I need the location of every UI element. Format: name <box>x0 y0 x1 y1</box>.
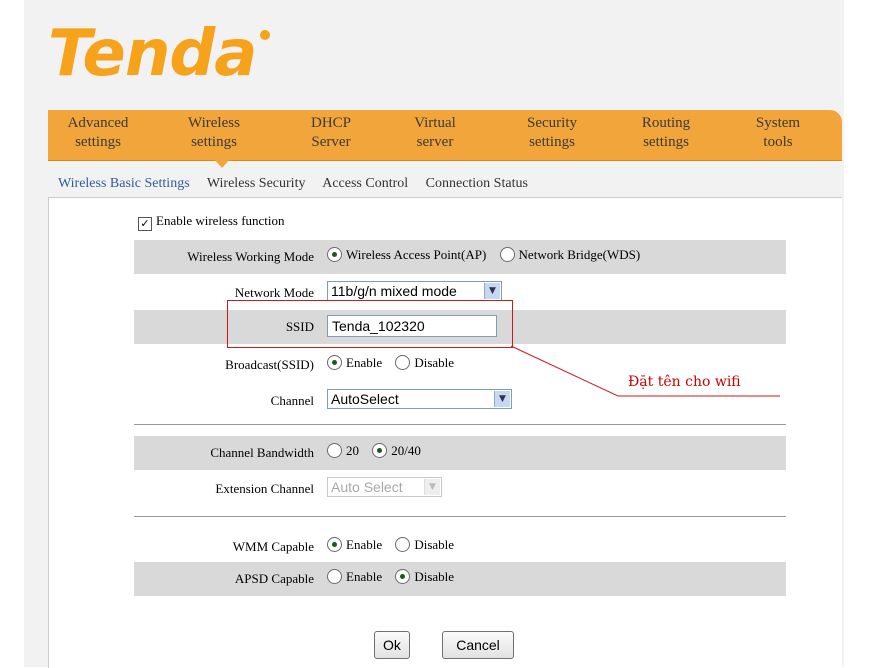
subnav-connection-status[interactable]: Connection Status <box>426 176 528 191</box>
annotation-text: Đặt tên cho wifi <box>628 374 741 390</box>
radio-wmm-disable-label: Disable <box>414 537 455 552</box>
channel-label: Channel <box>270 393 314 408</box>
radio-bandwidth-20[interactable] <box>327 443 342 458</box>
bandwidth-control: 20 20/40 <box>327 443 421 459</box>
apsd-label: APSD Capable <box>234 571 314 586</box>
nav-system-tools[interactable]: System tools <box>743 114 813 152</box>
working-mode-row: Wireless Working Mode Wireless Access Po… <box>134 240 786 274</box>
extension-channel-value: Auto Select <box>331 479 403 495</box>
radio-apsd-enable[interactable] <box>327 569 342 584</box>
extension-channel-row: Extension Channel Auto Select ▼ <box>134 472 786 506</box>
broadcast-label: Broadcast(SSID) <box>225 357 314 372</box>
apsd-row: APSD Capable Enable Disable <box>134 562 786 596</box>
nav-virtual-server[interactable]: Virtual server <box>400 114 470 152</box>
tenda-logo: Tenda <box>48 22 271 86</box>
nav-dhcp-server[interactable]: DHCP Server <box>296 114 366 152</box>
radio-wds-mode-label: Network Bridge(WDS) <box>518 247 641 262</box>
network-mode-select[interactable]: 11b/g/n mixed mode ▼ <box>327 281 502 301</box>
radio-wmm-enable-label: Enable <box>346 537 383 552</box>
active-tab-pointer-icon <box>213 158 231 168</box>
extension-channel-label: Extension Channel <box>215 481 314 496</box>
ok-button[interactable]: Ok <box>374 631 410 659</box>
nav-label: System <box>755 115 801 131</box>
chevron-down-icon: ▼ <box>494 391 510 407</box>
channel-value: AutoSelect <box>331 391 399 407</box>
chevron-down-icon: ▼ <box>424 479 440 495</box>
nav-label: settings <box>529 134 575 150</box>
main-nav: Advanced settings Wireless settings DHCP… <box>48 110 842 161</box>
section-divider <box>134 424 786 426</box>
radio-apsd-disable[interactable] <box>395 569 411 584</box>
nav-label: Server <box>311 134 351 150</box>
working-mode-control: Wireless Access Point(AP) Network Bridge… <box>327 247 640 263</box>
enable-wireless-label: Enable wireless function <box>156 213 285 228</box>
radio-bandwidth-20-label: 20 <box>346 443 359 458</box>
subnav-wireless-security[interactable]: Wireless Security <box>207 176 306 191</box>
radio-broadcast-enable[interactable] <box>327 355 342 370</box>
nav-label: settings <box>75 134 121 150</box>
nav-label: Routing <box>641 115 691 131</box>
channel-control: AutoSelect ▼ <box>327 389 512 409</box>
wmm-row: WMM Capable Enable Disable <box>134 530 786 564</box>
network-mode-value: 11b/g/n mixed mode <box>331 283 457 299</box>
subnav-wireless-basic-settings[interactable]: Wireless Basic Settings <box>58 176 190 191</box>
nav-label: DHCP <box>310 115 351 131</box>
nav-wireless-settings[interactable]: Wireless settings <box>174 114 254 152</box>
apsd-control: Enable Disable <box>327 569 454 585</box>
radio-broadcast-enable-label: Enable <box>346 355 383 370</box>
radio-broadcast-disable-label: Disable <box>414 355 455 370</box>
bandwidth-row: Channel Bandwidth 20 20/40 <box>134 436 786 470</box>
annotation-highlight-box <box>227 300 513 348</box>
radio-bandwidth-20-40-label: 20/40 <box>391 443 421 458</box>
nav-label: settings <box>643 134 689 150</box>
nav-label: Wireless <box>188 115 240 131</box>
radio-wmm-disable[interactable] <box>395 537 411 552</box>
nav-routing-settings[interactable]: Routing settings <box>626 114 706 152</box>
working-mode-label: Wireless Working Mode <box>187 249 314 264</box>
nav-label: Security <box>527 115 577 131</box>
wmm-control: Enable Disable <box>327 537 454 553</box>
nav-label: tools <box>763 134 793 150</box>
extension-channel-select: Auto Select ▼ <box>327 477 442 497</box>
subnav-access-control[interactable]: Access Control <box>322 176 408 191</box>
radio-broadcast-disable[interactable] <box>395 355 411 370</box>
section-divider <box>134 516 786 518</box>
enable-wireless-checkbox[interactable]: ✓ <box>138 217 152 231</box>
radio-apsd-disable-label: Disable <box>414 569 455 584</box>
network-mode-control: 11b/g/n mixed mode ▼ <box>327 281 502 301</box>
nav-advanced-settings[interactable]: Advanced settings <box>58 114 138 152</box>
cancel-button[interactable]: Cancel <box>442 631 514 659</box>
radio-bandwidth-20-40[interactable] <box>372 443 388 458</box>
radio-wmm-enable[interactable] <box>327 537 342 552</box>
chevron-down-icon: ▼ <box>484 283 500 299</box>
radio-apsd-enable-label: Enable <box>346 569 383 584</box>
wmm-label: WMM Capable <box>232 539 314 554</box>
radio-wds-mode[interactable] <box>499 247 515 262</box>
radio-ap-mode[interactable] <box>327 247 342 262</box>
radio-ap-mode-label: Wireless Access Point(AP) <box>346 247 487 262</box>
sub-nav: Wireless Basic Settings Wireless Securit… <box>58 176 542 192</box>
nav-label: server <box>416 134 454 150</box>
nav-label: Virtual <box>414 115 456 131</box>
nav-security-settings[interactable]: Security settings <box>512 114 592 152</box>
nav-label: settings <box>191 134 237 150</box>
nav-label: Advanced <box>67 115 129 131</box>
bandwidth-label: Channel Bandwidth <box>210 445 314 460</box>
channel-select[interactable]: AutoSelect ▼ <box>327 389 512 409</box>
extension-channel-control: Auto Select ▼ <box>327 477 442 497</box>
network-mode-label: Network Mode <box>234 285 314 300</box>
broadcast-control: Enable Disable <box>327 355 454 371</box>
enable-wireless-row: ✓ Enable wireless function <box>138 213 285 231</box>
